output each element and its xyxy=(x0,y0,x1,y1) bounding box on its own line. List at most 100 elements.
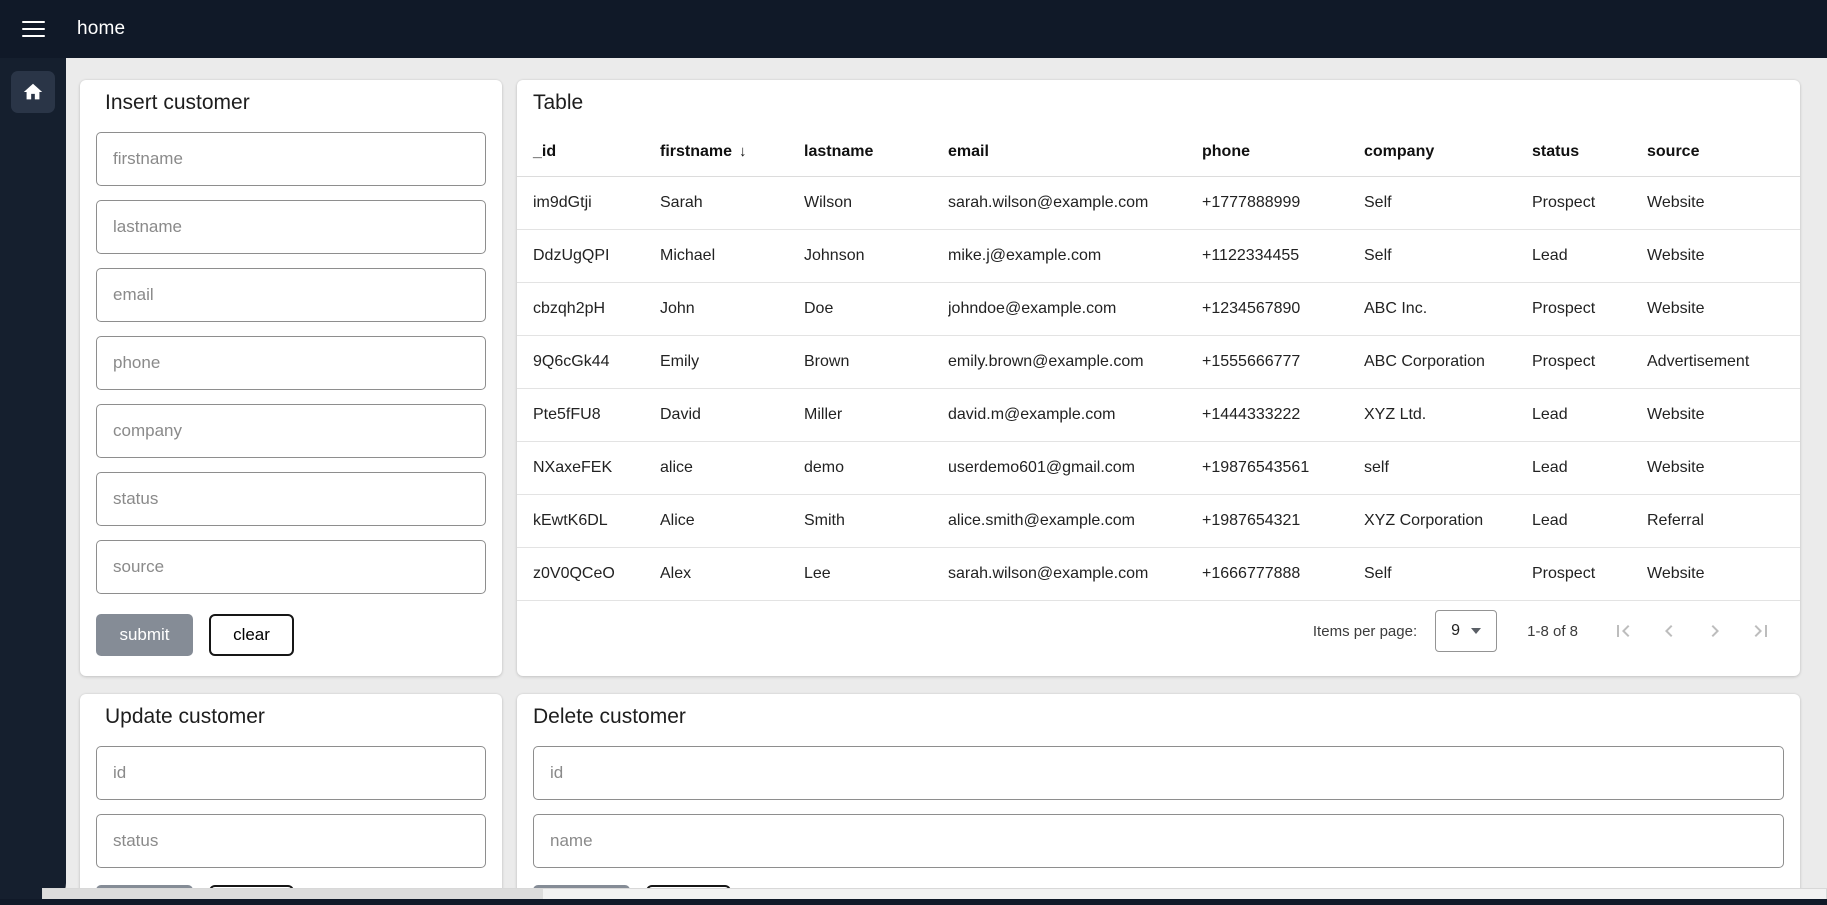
table-row: DdzUgQPIMichaelJohnsonmike.j@example.com… xyxy=(517,229,1800,282)
chevron-right-icon xyxy=(1703,619,1727,643)
table-cell: Referral xyxy=(1647,494,1800,547)
table-cell: z0V0QCeO xyxy=(517,547,660,600)
table-cell: Website xyxy=(1647,282,1800,335)
table-cell: +1555666777 xyxy=(1202,335,1364,388)
insert-phone-input[interactable] xyxy=(96,336,486,390)
table-cell: david.m@example.com xyxy=(948,388,1202,441)
table-cell: +1987654321 xyxy=(1202,494,1364,547)
hamburger-icon xyxy=(22,21,45,38)
first-page-button[interactable] xyxy=(1600,611,1646,651)
insert-submit-button[interactable]: submit xyxy=(96,614,193,656)
insert-clear-button[interactable]: clear xyxy=(209,614,294,656)
delete-name-input[interactable] xyxy=(533,814,1784,868)
insert-firstname-input[interactable] xyxy=(96,132,486,186)
table-cell: Self xyxy=(1364,547,1532,600)
table-row: NXaxeFEKalicedemouserdemo601@gmail.com+1… xyxy=(517,441,1800,494)
table-cell: Prospect xyxy=(1532,547,1647,600)
last-page-icon xyxy=(1749,619,1773,643)
table-cell: Lee xyxy=(804,547,948,600)
table-cell: im9dGtji xyxy=(517,176,660,229)
table-header-row: _idfirstname↓lastnameemailphonecompanyst… xyxy=(517,128,1800,176)
column-header-lastname[interactable]: lastname xyxy=(804,128,948,176)
insert-email-input[interactable] xyxy=(96,268,486,322)
last-page-button[interactable] xyxy=(1738,611,1784,651)
update-fields xyxy=(96,746,486,868)
table-cell: Self xyxy=(1364,176,1532,229)
table-cell: Lead xyxy=(1532,229,1647,282)
delete-id-input[interactable] xyxy=(533,746,1784,800)
table-row: 9Q6cGk44EmilyBrownemily.brown@example.co… xyxy=(517,335,1800,388)
table-cell: Website xyxy=(1647,547,1800,600)
table-cell: Sarah xyxy=(660,176,804,229)
table-cell: Wilson xyxy=(804,176,948,229)
table-cell: ABC Corporation xyxy=(1364,335,1532,388)
table-row: im9dGtjiSarahWilsonsarah.wilson@example.… xyxy=(517,176,1800,229)
table-cell: Pte5fFU8 xyxy=(517,388,660,441)
next-page-button[interactable] xyxy=(1692,611,1738,651)
column-header-status[interactable]: status xyxy=(1532,128,1647,176)
sidebar xyxy=(0,58,66,905)
insert-card-title: Insert customer xyxy=(105,90,502,116)
topbar: home xyxy=(0,0,1827,58)
sort-arrow-icon: ↓ xyxy=(739,143,747,160)
column-header-firstname[interactable]: firstname↓ xyxy=(660,128,804,176)
menu-button[interactable] xyxy=(16,10,51,47)
insert-lastname-input[interactable] xyxy=(96,200,486,254)
table-cell: self xyxy=(1364,441,1532,494)
column-header-email[interactable]: email xyxy=(948,128,1202,176)
table-cell: Emily xyxy=(660,335,804,388)
table-cell: cbzqh2pH xyxy=(517,282,660,335)
items-per-page-label: Items per page: xyxy=(1313,623,1417,640)
table-cell: John xyxy=(660,282,804,335)
table-cell: userdemo601@gmail.com xyxy=(948,441,1202,494)
paginator: Items per page: 9 1-8 of 8 xyxy=(1313,610,1784,652)
insert-source-input[interactable] xyxy=(96,540,486,594)
table-cell: alice.smith@example.com xyxy=(948,494,1202,547)
window-bottom-edge xyxy=(0,899,1827,905)
table-cell: mike.j@example.com xyxy=(948,229,1202,282)
column-header-phone[interactable]: phone xyxy=(1202,128,1364,176)
page-range-label: 1-8 of 8 xyxy=(1527,623,1578,640)
column-header-id[interactable]: _id xyxy=(517,128,660,176)
update-card-title: Update customer xyxy=(105,704,502,730)
table-cell: 9Q6cGk44 xyxy=(517,335,660,388)
table-cell: Alice xyxy=(660,494,804,547)
scrollbar-thumb[interactable] xyxy=(43,889,543,899)
table-cell: Brown xyxy=(804,335,948,388)
column-header-company[interactable]: company xyxy=(1364,128,1532,176)
page-size-select[interactable]: 9 xyxy=(1435,610,1497,652)
table-cell: DdzUgQPI xyxy=(517,229,660,282)
table-cell: Lead xyxy=(1532,441,1647,494)
table-cell: +19876543561 xyxy=(1202,441,1364,494)
update-customer-card: Update customer submit clear xyxy=(80,694,502,905)
update-status-input[interactable] xyxy=(96,814,486,868)
insert-status-input[interactable] xyxy=(96,472,486,526)
table-cell: demo xyxy=(804,441,948,494)
table-cell: +1444333222 xyxy=(1202,388,1364,441)
pager-controls xyxy=(1600,611,1784,651)
previous-page-button[interactable] xyxy=(1646,611,1692,651)
table-row: cbzqh2pHJohnDoejohndoe@example.com+12345… xyxy=(517,282,1800,335)
update-id-input[interactable] xyxy=(96,746,486,800)
table-cell: XYZ Ltd. xyxy=(1364,388,1532,441)
table-row: Pte5fFU8DavidMillerdavid.m@example.com+1… xyxy=(517,388,1800,441)
table-cell: Doe xyxy=(804,282,948,335)
delete-fields xyxy=(533,746,1784,868)
table-card-title: Table xyxy=(533,90,1800,116)
table-cell: ABC Inc. xyxy=(1364,282,1532,335)
table-cell: Alex xyxy=(660,547,804,600)
table-row: z0V0QCeOAlexLeesarah.wilson@example.com+… xyxy=(517,547,1800,600)
insert-company-input[interactable] xyxy=(96,404,486,458)
table-cell: kEwtK6DL xyxy=(517,494,660,547)
first-page-icon xyxy=(1611,619,1635,643)
table-cell: Lead xyxy=(1532,494,1647,547)
column-header-source[interactable]: source xyxy=(1647,128,1800,176)
table-cell: Johnson xyxy=(804,229,948,282)
table-card: Table _idfirstname↓lastnameemailphonecom… xyxy=(517,80,1800,676)
table-cell: Michael xyxy=(660,229,804,282)
sidebar-item-home[interactable] xyxy=(11,71,55,113)
table-cell: +1666777888 xyxy=(1202,547,1364,600)
table-cell: Lead xyxy=(1532,388,1647,441)
table-cell: Self xyxy=(1364,229,1532,282)
main-content: Insert customer submit clear Table _idfi… xyxy=(66,58,1827,905)
